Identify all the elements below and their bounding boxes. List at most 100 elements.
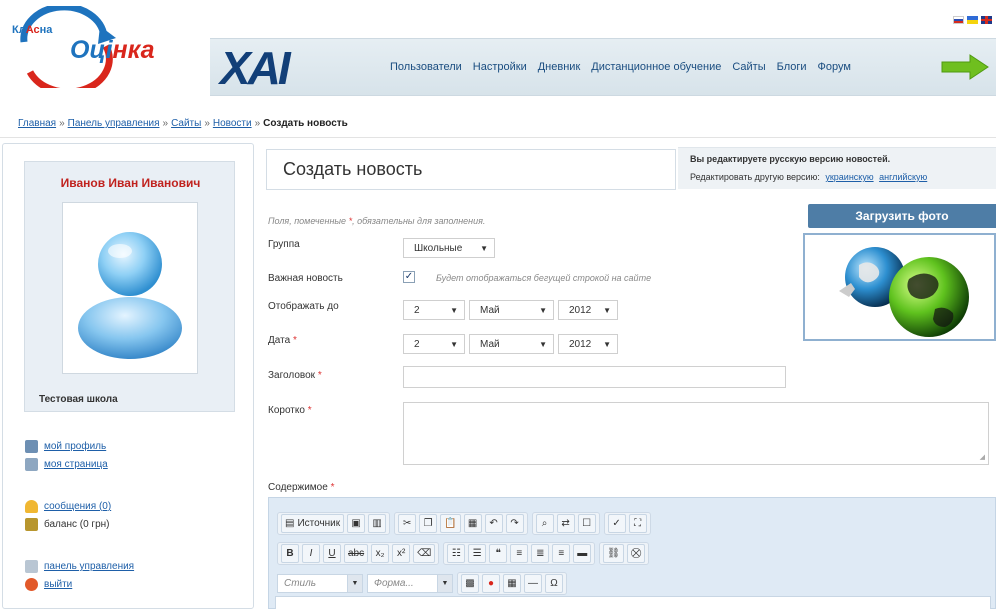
nav-item-distance-learning[interactable]: Дистанционное обучение [591,61,721,73]
important-label: Важная новость [268,273,343,284]
short-label: Коротко * [268,405,312,416]
upload-photo-button[interactable]: Загрузить фото [808,204,996,228]
align-justify-icon[interactable]: ▬ [573,544,592,563]
blockquote-icon[interactable]: ❝ [489,544,508,563]
sidebar-item-balance: баланс (0 грн) [25,518,110,531]
dropdown-arrow-icon: ▼ [480,243,488,253]
subscript-button[interactable]: x₂ [371,544,390,563]
globe-icon [839,247,969,337]
link-icon[interactable]: ⛓ [603,544,624,563]
bulleted-list-icon[interactable]: ☰ [468,544,487,563]
messages-icon [25,500,38,513]
sidebar-item-logout[interactable]: выйти [25,578,72,591]
sidebar-item-messages[interactable]: сообщения (0) [25,500,111,513]
align-left-icon[interactable]: ≡ [510,544,529,563]
user-avatar-icon [78,232,182,359]
group-select[interactable]: Школьные ▼ [403,238,495,258]
breadcrumb-news[interactable]: Новости [213,118,252,129]
user-card: Иванов Иван Иванович Тестовая школа [24,161,235,412]
paste-word-icon[interactable]: ▦ [463,514,482,533]
important-checkbox[interactable]: ✓ [403,271,415,283]
user-name[interactable]: Иванов Иван Иванович [25,176,236,190]
align-center-icon[interactable]: ≣ [531,544,550,563]
required-note: Поля, помеченные *, обязательны для запо… [268,216,486,226]
redo-icon[interactable]: ↷ [505,514,524,533]
heading-input[interactable] [403,366,786,388]
date-year-select[interactable]: 2012 ▼ [558,334,618,354]
version-notice-text: Вы редактируете русскую версию новостей. [690,154,891,164]
nav-item-blogs[interactable]: Блоги [777,61,807,73]
unlink-icon[interactable]: ⛒ [626,544,646,563]
numbered-list-icon[interactable]: ☷ [447,544,466,563]
resize-grip-icon[interactable]: ◢ [980,453,985,461]
important-note: Будет отображаться бегущей строкой на са… [436,273,652,283]
nav-item-users[interactable]: Пользователи [390,61,462,73]
flag-gb-icon[interactable] [981,16,992,24]
spellcheck-icon[interactable]: ✓ [607,514,626,533]
nav-menu: Пользователи Настройки Дневник Дистанцио… [390,61,851,73]
sidebar-item-my-page[interactable]: моя страница [25,458,108,471]
format-dropdown[interactable]: Форма... ▼ [367,574,453,593]
source-button[interactable]: ▤ Источник [281,514,345,533]
copy-icon[interactable]: ❐ [419,514,438,533]
display-until-day-select[interactable]: 2 ▼ [403,300,465,320]
find-icon[interactable]: ⌕ [535,514,554,533]
strike-button[interactable]: abc [344,544,369,563]
image-icon[interactable]: ▩ [461,574,479,593]
display-until-year-select[interactable]: 2012 ▼ [558,300,618,320]
edit-ukrainian-link[interactable]: украинскую [825,172,873,182]
date-month-select[interactable]: Май ▼ [469,334,554,354]
breadcrumb-sites[interactable]: Сайты [171,118,201,129]
maximize-icon[interactable]: ⛶ [628,514,647,533]
display-until-label: Отображать до [268,301,339,312]
sidebar-item-control-panel[interactable]: панель управления [25,560,134,573]
italic-button[interactable]: I [302,544,320,563]
breadcrumb-home[interactable]: Главная [18,118,56,129]
dropdown-arrow-icon: ▼ [539,339,547,349]
styles-dropdown[interactable]: Стиль ▼ [277,574,363,593]
remove-format-icon[interactable]: ⌫ [413,544,436,563]
xai-logo[interactable]: XAI [220,43,291,93]
heading-label: Заголовок * [268,370,322,381]
cut-icon[interactable]: ✂ [398,514,417,533]
select-all-icon[interactable]: ☐ [577,514,596,533]
special-char-icon[interactable]: Ω [545,574,563,593]
bold-button[interactable]: B [281,544,299,563]
editor-content-area[interactable] [275,596,991,609]
nav-item-forum[interactable]: Форум [818,61,851,73]
forward-arrow-icon[interactable] [940,53,990,81]
editor-toolbar-row-3: Стиль ▼ Форма... ▼ ▩ ● ▦ ― Ω [277,572,567,595]
flash-icon[interactable]: ● [482,574,500,593]
table-icon[interactable]: ▦ [503,574,521,593]
horizontal-line-icon[interactable]: ― [524,574,542,593]
undo-icon[interactable]: ↶ [484,514,503,533]
site-logo[interactable]: КлАсна Оцінка [6,6,176,88]
display-until-month-select[interactable]: Май ▼ [469,300,554,320]
dropdown-arrow-icon: ▼ [603,305,611,315]
logo-text-klas: КлАсна [12,24,53,36]
nav-item-diary[interactable]: Дневник [538,61,581,73]
paste-icon[interactable]: 📋 [440,514,461,533]
flag-ru-icon[interactable] [953,16,964,24]
avatar[interactable] [62,202,198,374]
short-textarea[interactable]: ◢ [403,402,989,465]
align-right-icon[interactable]: ≡ [552,544,571,563]
language-switcher [953,16,992,24]
dropdown-arrow-icon: ▼ [603,339,611,349]
flag-ua-icon[interactable] [967,16,978,24]
date-day-select[interactable]: 2 ▼ [403,334,465,354]
save-icon[interactable]: ▣ [347,514,366,533]
sidebar-item-profile[interactable]: мой профиль [25,440,106,453]
version-switch: Редактировать другую версию: украинскую … [690,172,928,182]
nav-item-sites[interactable]: Сайты [732,61,765,73]
breadcrumb-control-panel[interactable]: Панель управления [68,118,160,129]
editor-toolbar-row-2: B I U abc x₂ x² ⌫ ☷ ☰ ❝ ≡ ≣ ≡ ▬ ⛓ ⛒ [277,542,650,565]
nav-item-settings[interactable]: Настройки [473,61,527,73]
templates-icon[interactable]: ▥ [368,514,387,533]
superscript-button[interactable]: x² [392,544,411,563]
edit-english-link[interactable]: английскую [879,172,927,182]
replace-icon[interactable]: ⇄ [556,514,575,533]
logo-text-ocinka: Оцінка [70,36,155,64]
underline-button[interactable]: U [323,544,341,563]
sidebar: Иванов Иван Иванович Тестовая школа мой … [2,143,254,609]
